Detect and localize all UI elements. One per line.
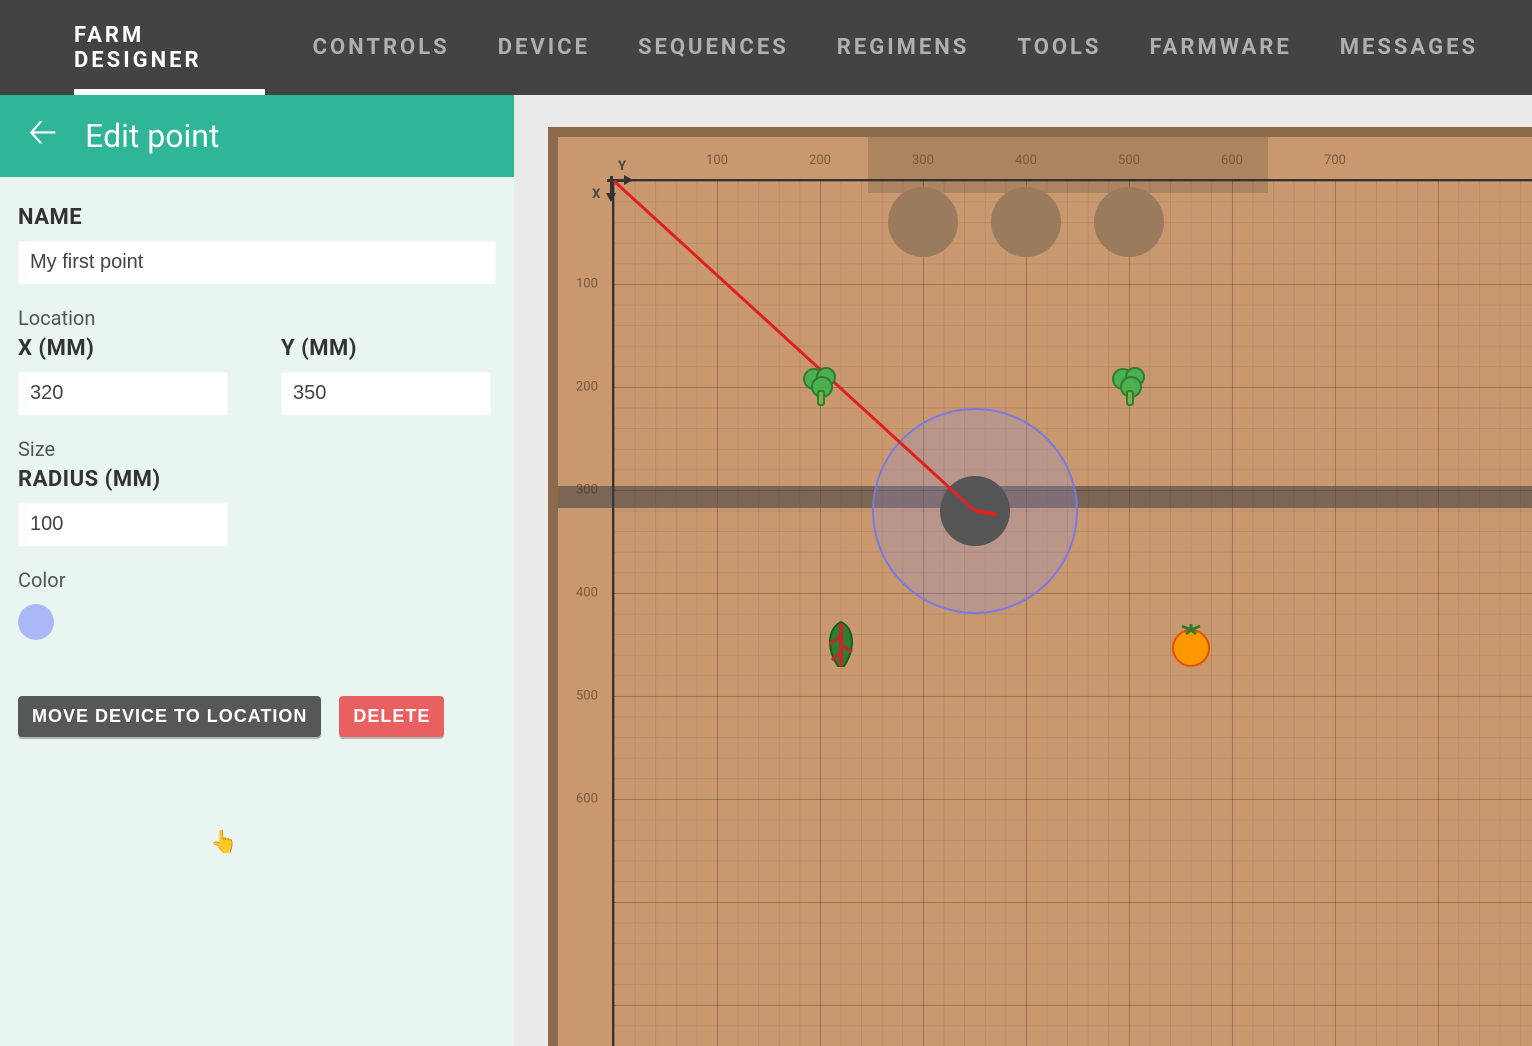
ruler-y-tick: 400 <box>1015 153 1037 168</box>
top-nav: FARM DESIGNER CONTROLS DEVICE SEQUENCES … <box>0 0 1532 95</box>
move-device-button[interactable]: MOVE DEVICE TO LOCATION <box>18 696 321 737</box>
nav-controls[interactable]: CONTROLS <box>289 0 474 95</box>
ruler-x-tick: 600 <box>576 792 598 807</box>
name-input[interactable] <box>18 240 496 284</box>
x-label: X (MM) <box>18 336 233 361</box>
axis-y-arrow-icon <box>624 175 633 185</box>
ruler-x-tick: 100 <box>576 277 598 292</box>
panel-title: Edit point <box>85 117 219 155</box>
axis-x-arrow-icon <box>606 193 616 202</box>
name-label: NAME <box>18 205 496 230</box>
plant-broccoli[interactable] <box>796 363 844 411</box>
size-label: Size <box>18 437 496 461</box>
side-panel: 🡠 Edit point NAME Location X (MM) . Y (M… <box>0 95 514 1046</box>
ruler-y-tick: 600 <box>1221 153 1243 168</box>
radius-label: RADIUS (MM) <box>18 467 496 492</box>
color-label: Color <box>18 568 496 592</box>
nav-tools[interactable]: TOOLS <box>993 0 1125 95</box>
ruler-y-tick: 700 <box>1324 153 1346 168</box>
nav-device[interactable]: DEVICE <box>474 0 614 95</box>
ruler-x-tick: 500 <box>576 689 598 704</box>
x-input[interactable] <box>18 371 228 415</box>
plant-broccoli[interactable] <box>1105 363 1153 411</box>
nav-regimens[interactable]: REGIMENS <box>813 0 994 95</box>
map-viewport[interactable]: Y X 100200300400500600700100200300400500… <box>514 95 1532 1046</box>
location-label: Location <box>18 306 233 330</box>
ruler-y-tick: 300 <box>912 153 934 168</box>
plant-chard[interactable] <box>818 618 864 672</box>
axis-x-label: X <box>592 187 600 202</box>
nav-farmware[interactable]: FARMWARE <box>1125 0 1315 95</box>
ruler-x-tick: 400 <box>576 586 598 601</box>
tool-slot[interactable] <box>991 187 1061 257</box>
plant-tomato[interactable] <box>1166 620 1216 670</box>
nav-farm-designer[interactable]: FARM DESIGNER <box>50 0 289 95</box>
color-swatch[interactable] <box>18 604 54 640</box>
delete-button[interactable]: DELETE <box>339 696 444 737</box>
nav-messages[interactable]: MESSAGES <box>1316 0 1502 95</box>
back-arrow-icon[interactable]: 🡠 <box>28 106 57 167</box>
ruler-x-tick: 200 <box>576 380 598 395</box>
point-marker[interactable] <box>940 476 1010 546</box>
tool-slot[interactable] <box>1094 187 1164 257</box>
panel-header: 🡠 Edit point <box>0 95 514 177</box>
tool-slot[interactable] <box>888 187 958 257</box>
ruler-y-tick: 200 <box>809 153 831 168</box>
map-grid <box>612 179 1532 1046</box>
ruler-y-tick: 500 <box>1118 153 1140 168</box>
axis-y-label: Y <box>618 159 626 174</box>
ruler-y-tick: 100 <box>706 153 728 168</box>
radius-input[interactable] <box>18 502 228 546</box>
y-input[interactable] <box>281 371 491 415</box>
nav-sequences[interactable]: SEQUENCES <box>614 0 813 95</box>
y-label: Y (MM) <box>281 336 496 361</box>
